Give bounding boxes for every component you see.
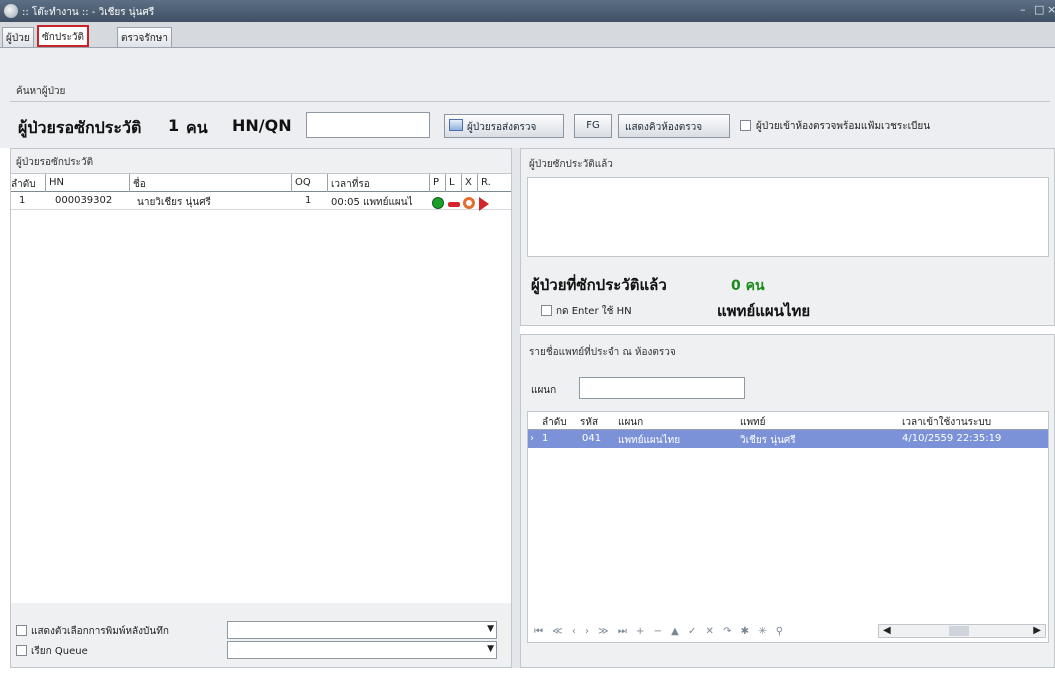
- waiting-panel: ผู้ป่วยรอซักประวัติ ลำดับ HN ชื่อ OQ เวล…: [10, 148, 512, 668]
- row-oq: 1: [305, 195, 312, 206]
- row-code: 041: [582, 433, 602, 444]
- row-name: นายวิเชียร นุ่นศรี: [137, 197, 211, 208]
- done-section-label: ผู้ป่วยซักประวัติแล้ว: [529, 159, 613, 170]
- col-hn[interactable]: HN: [49, 177, 64, 188]
- scroll-left-icon[interactable]: ◀: [883, 625, 891, 636]
- row-wait: 00:05 แพทย์แผนไ: [331, 197, 413, 208]
- col-x[interactable]: X: [465, 177, 472, 188]
- tab-treatment[interactable]: ตรวจรักษา: [117, 27, 172, 47]
- vertical-splitter[interactable]: [512, 148, 520, 668]
- col-name[interactable]: ชื่อ: [133, 177, 146, 192]
- table-row[interactable]: › 1 041 แพทย์แผนไทย วิเชียร นุ่นศรี 4/10…: [528, 430, 1048, 448]
- search-section-label: ค้นหาผู้ป่วย: [16, 86, 66, 97]
- scroll-thumb[interactable]: [949, 626, 969, 636]
- waiting-count-unit: คน: [186, 118, 208, 137]
- queue-label: เรียก Queue: [31, 646, 88, 657]
- waiting-grid-header: ลำดับ HN ชื่อ OQ เวลาที่รอ P L X R.: [11, 174, 511, 192]
- col-wait[interactable]: เวลาที่รอ: [331, 177, 370, 192]
- enter-hn-checkbox[interactable]: [541, 305, 552, 316]
- doctors-section-label: รายชื่อแพทย์ที่ประจำ ณ ห้องตรวจ: [529, 347, 676, 358]
- row-hn: 000039302: [55, 195, 113, 206]
- maximize-button[interactable]: □: [1034, 3, 1044, 16]
- queue-checkbox[interactable]: [16, 645, 27, 656]
- close-button[interactable]: ×: [1047, 3, 1055, 16]
- row-dept: แพทย์แผนไทย: [618, 435, 681, 446]
- divider: [10, 101, 1050, 102]
- fg-button[interactable]: FG: [574, 114, 612, 138]
- scroll-right-icon[interactable]: ▶: [1033, 625, 1041, 636]
- grid-navigator[interactable]: ⏮ ≪ ‹ › ≫ ⏭ + − ▲ ✓ ✕ ↷ ✱ ✳ ⚲: [534, 626, 786, 637]
- show-queue-button[interactable]: แสดงคิวห้องตรวจ: [618, 114, 730, 138]
- col-l[interactable]: L: [449, 177, 455, 188]
- col-p[interactable]: P: [433, 177, 439, 188]
- with-record-checkbox[interactable]: [740, 120, 751, 131]
- col-doctor[interactable]: แพทย์: [740, 415, 766, 430]
- tab-patient[interactable]: ผู้ป่วย: [2, 27, 34, 47]
- row-doctor: วิเชียร นุ่นศรี: [740, 435, 796, 446]
- send-to-exam-label: ผู้ป่วยรอส่งตรวจ: [467, 122, 537, 133]
- doctors-section: รายชื่อแพทย์ที่ประจำ ณ ห้องตรวจ แผนก ลำด…: [520, 334, 1055, 668]
- queue-select[interactable]: ▼: [227, 641, 497, 659]
- col-dept[interactable]: แผนก: [618, 415, 643, 430]
- col-seq[interactable]: ลำดับ: [11, 177, 36, 192]
- print-option-select[interactable]: ▼: [227, 621, 497, 639]
- col-code[interactable]: รหัส: [580, 415, 598, 430]
- enter-hn-label: กด Enter ใช้ HN: [556, 306, 632, 317]
- hnqn-label: HN/QN: [232, 116, 292, 135]
- doctors-grid[interactable]: ลำดับ รหัส แผนก แพทย์ เวลาเข้าใช้งานระบบ…: [527, 411, 1049, 643]
- done-section: ผู้ป่วยซักประวัติแล้ว ผู้ป่วยที่ซักประวั…: [520, 148, 1055, 326]
- waiting-grid[interactable]: ลำดับ HN ชื่อ OQ เวลาที่รอ P L X R. 1 00…: [11, 173, 511, 603]
- row-login: 4/10/2559 22:35:19: [902, 433, 1002, 444]
- done-heading: ผู้ป่วยที่ซักประวัติแล้ว: [531, 276, 667, 294]
- search-area: ค้นหาผู้ป่วย ผู้ป่วยรอซักประวัติ 1 คน HN…: [0, 48, 1055, 148]
- window-titlebar: :: โต๊ะทำงาน :: - วิเชียร นุ่นศรี – □ ×: [0, 0, 1055, 22]
- doctors-grid-header: ลำดับ รหัส แผนก แพทย์ เวลาเข้าใช้งานระบบ: [528, 412, 1048, 430]
- dept-filter-select[interactable]: [579, 377, 745, 399]
- waiting-count: 1: [168, 116, 180, 135]
- col-login[interactable]: เวลาเข้าใช้งานระบบ: [902, 415, 991, 430]
- row-seq: 1: [19, 195, 26, 206]
- done-count: 0 คน: [731, 278, 765, 294]
- dept-filter-label: แผนก: [531, 385, 557, 396]
- col-seq[interactable]: ลำดับ: [542, 415, 567, 430]
- right-panel: ผู้ป่วยซักประวัติแล้ว ผู้ป่วยที่ซักประวั…: [520, 148, 1055, 668]
- done-list[interactable]: [527, 177, 1049, 257]
- waiting-section-label: ผู้ป่วยรอซักประวัติ: [16, 157, 94, 168]
- document-icon: [449, 119, 463, 131]
- dept-name: แพทย์แผนไทย: [717, 302, 811, 320]
- tab-history[interactable]: ซักประวัติ: [37, 25, 90, 47]
- hnqn-input[interactable]: [306, 112, 430, 138]
- app-icon: [4, 4, 18, 18]
- minimize-button[interactable]: –: [1020, 3, 1026, 16]
- row-pointer-icon: ›: [530, 433, 534, 444]
- window-title: :: โต๊ะทำงาน :: - วิเชียร นุ่นศรี: [22, 7, 155, 18]
- table-row[interactable]: 1 000039302 นายวิเชียร นุ่นศรี 1 00:05 แ…: [11, 192, 511, 211]
- chevron-down-icon[interactable]: ▼: [487, 624, 494, 634]
- send-to-exam-button[interactable]: ผู้ป่วยรอส่งตรวจ: [444, 114, 564, 138]
- waiting-heading: ผู้ป่วยรอซักประวัติ: [18, 118, 142, 137]
- row-seq: 1: [542, 433, 549, 444]
- chevron-down-icon[interactable]: ▼: [487, 644, 494, 654]
- col-r[interactable]: R.: [481, 177, 491, 188]
- with-record-label: ผู้ป่วยเข้าห้องตรวจพร้อมแฟ้มเวชระเบียน: [756, 121, 931, 132]
- print-option-label: แสดงตัวเลือกการพิมพ์หลังบันทึก: [31, 626, 169, 637]
- print-option-checkbox[interactable]: [16, 625, 27, 636]
- col-oq[interactable]: OQ: [295, 177, 311, 188]
- tab-bar: ผู้ป่วย ซักประวัติ ตรวจรักษา: [0, 22, 1055, 48]
- horizontal-scrollbar[interactable]: ◀ ▶: [878, 624, 1046, 638]
